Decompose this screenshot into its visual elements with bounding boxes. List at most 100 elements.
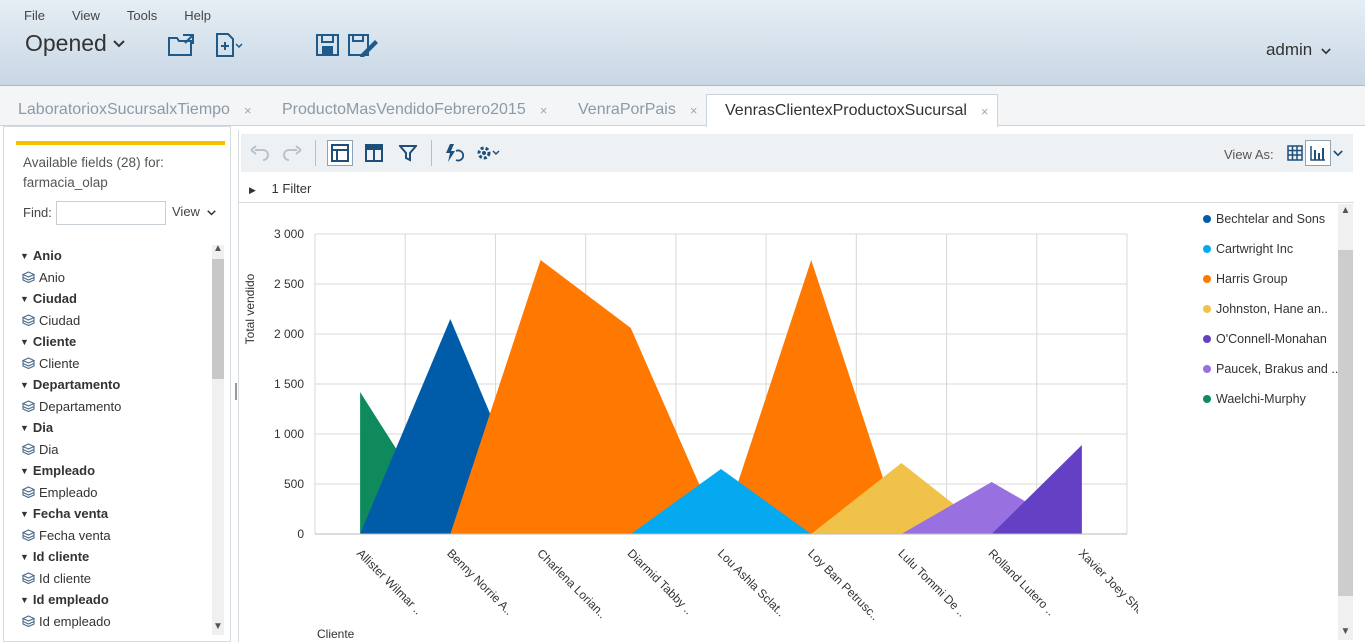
field-item[interactable]: Id empleado <box>20 611 210 633</box>
menu-help[interactable]: Help <box>184 8 211 23</box>
collapse-triangle-icon[interactable]: ▼ <box>20 423 29 433</box>
scroll-up-icon[interactable]: ▲ <box>212 243 224 254</box>
field-group[interactable]: ▼ Empleado <box>20 460 210 482</box>
collapse-triangle-icon[interactable]: ▼ <box>20 337 29 347</box>
y-tick-label: 1 000 <box>274 427 304 441</box>
field-group[interactable]: ▼ Id cliente <box>20 546 210 568</box>
collapse-triangle-icon[interactable]: ▼ <box>20 294 29 304</box>
new-file-icon[interactable] <box>214 32 244 58</box>
close-icon[interactable]: × <box>981 104 989 119</box>
tab-venras-cliente[interactable]: VenrasClientexProductoxSucursal × <box>706 94 998 127</box>
field-item[interactable]: Id cliente <box>20 568 210 590</box>
dimension-cube-icon <box>22 486 35 499</box>
legend-item[interactable]: Johnston, Hane an.. <box>1203 294 1338 324</box>
user-menu[interactable]: admin <box>1266 40 1331 60</box>
view-as-label: View As: <box>1224 147 1274 162</box>
legend-swatch <box>1203 335 1211 343</box>
field-item[interactable]: Dia <box>20 439 210 461</box>
legend-label: Paucek, Brakus and .. <box>1216 362 1338 376</box>
redo-icon[interactable] <box>279 140 305 166</box>
close-icon[interactable]: × <box>540 103 548 118</box>
chevron-down-icon <box>1321 48 1331 55</box>
view-dropdown[interactable]: View <box>172 204 216 219</box>
legend-item[interactable]: O'Connell-Monahan <box>1203 324 1338 354</box>
scroll-down-icon[interactable]: ▼ <box>212 621 224 632</box>
collapse-triangle-icon[interactable]: ▼ <box>20 509 29 519</box>
y-tick-label: 1 500 <box>274 377 304 391</box>
x-tick-label: Allister Wilmar .. <box>354 546 425 617</box>
open-folder-icon[interactable] <box>167 32 197 58</box>
legend-label: Cartwright Inc <box>1216 242 1294 256</box>
field-item-label: Ciudad <box>39 312 81 328</box>
collapse-triangle-icon[interactable]: ▼ <box>20 251 29 261</box>
field-item[interactable]: Cliente <box>20 353 210 375</box>
legend-label: Harris Group <box>1216 272 1288 286</box>
save-as-icon[interactable] <box>347 32 379 58</box>
scroll-up-icon[interactable]: ▲ <box>1338 205 1353 216</box>
tab-label: LaboratorioxSucursalxTiempo <box>18 101 230 118</box>
field-group-label: Departamento <box>32 377 121 393</box>
tab-producto[interactable]: ProductoMasVendidoFebrero2015 × <box>264 94 547 126</box>
chart-view-icon[interactable] <box>1305 140 1331 166</box>
field-item[interactable]: Empleado <box>20 482 210 504</box>
menu-tools[interactable]: Tools <box>127 8 157 23</box>
close-icon[interactable]: × <box>690 103 698 118</box>
toolbar-separator <box>431 140 432 166</box>
field-list-scroll-thumb[interactable] <box>212 259 224 379</box>
opened-label: Opened <box>25 30 107 56</box>
menu-view[interactable]: View <box>72 8 100 23</box>
undo-icon[interactable] <box>247 140 273 166</box>
legend-item[interactable]: Cartwright Inc <box>1203 234 1338 264</box>
field-item[interactable]: Fecha venta <box>20 525 210 547</box>
filter-icon[interactable] <box>395 140 421 166</box>
legend-scroll-thumb[interactable] <box>1338 250 1353 596</box>
legend-item[interactable]: Harris Group <box>1203 264 1338 294</box>
field-item-label: Cliente <box>39 355 80 371</box>
x-tick-label: Benny Norrie A.. <box>444 546 516 618</box>
field-group[interactable]: ▼ Id empleado <box>20 589 210 611</box>
field-item[interactable]: Departamento <box>20 396 210 418</box>
field-group[interactable]: ▼ Fecha venta <box>20 503 210 525</box>
tab-laboratorio[interactable]: LaboratorioxSucursalxTiempo × <box>0 94 252 126</box>
legend-item[interactable]: Bechtelar and Sons <box>1203 204 1338 234</box>
legend-item[interactable]: Waelchi-Murphy <box>1203 384 1338 414</box>
collapse-triangle-icon[interactable]: ▼ <box>20 595 29 605</box>
dimension-cube-icon <box>22 443 35 456</box>
find-input[interactable] <box>56 201 166 225</box>
expand-triangle-icon[interactable]: ▶ <box>249 185 256 195</box>
field-group[interactable]: ▼ Anio <box>20 245 210 267</box>
collapse-triangle-icon[interactable]: ▼ <box>20 552 29 562</box>
field-group[interactable]: ▼ Dia <box>20 417 210 439</box>
field-item-label: Fecha venta <box>39 527 111 543</box>
layout-panel-icon[interactable] <box>327 140 353 166</box>
collapse-triangle-icon[interactable]: ▼ <box>20 466 29 476</box>
field-group-label: Dia <box>32 420 54 436</box>
table-layout-icon[interactable] <box>361 140 387 166</box>
area-series-2[interactable] <box>450 260 721 534</box>
scroll-down-icon[interactable]: ▼ <box>1338 626 1353 637</box>
field-group[interactable]: ▼ Cliente <box>20 331 210 353</box>
auto-refresh-icon[interactable] <box>441 140 467 166</box>
tab-venra-pais[interactable]: VenraPorPais × <box>560 94 697 126</box>
field-group-label: Empleado <box>32 463 96 479</box>
settings-gear-icon[interactable] <box>475 140 501 166</box>
chevron-down-icon[interactable] <box>1330 140 1346 166</box>
field-group[interactable]: ▼ Ciudad <box>20 288 210 310</box>
collapse-triangle-icon[interactable]: ▼ <box>20 380 29 390</box>
close-icon[interactable]: × <box>244 103 252 118</box>
field-group[interactable]: ▼ Departamento <box>20 374 210 396</box>
available-fields-count: Available fields (28) for: <box>23 155 164 170</box>
save-icon[interactable] <box>315 32 341 58</box>
menu-file[interactable]: File <box>24 8 45 23</box>
panel-splitter[interactable] <box>235 383 237 400</box>
y-tick-label: 500 <box>284 477 304 491</box>
filter-summary[interactable]: ▶ 1 Filter <box>249 181 311 196</box>
tab-bar: LaboratorioxSucursalxTiempo × ProductoMa… <box>0 86 1365 127</box>
legend-item[interactable]: Paucek, Brakus and .. <box>1203 354 1338 384</box>
view-dropdown-label: View <box>172 204 200 219</box>
opened-dropdown[interactable]: Opened <box>25 30 125 57</box>
field-item[interactable]: Ciudad <box>20 310 210 332</box>
legend-swatch <box>1203 395 1211 403</box>
x-tick-label: Lulu Tommi De .. <box>895 546 968 619</box>
field-item[interactable]: Anio <box>20 267 210 289</box>
